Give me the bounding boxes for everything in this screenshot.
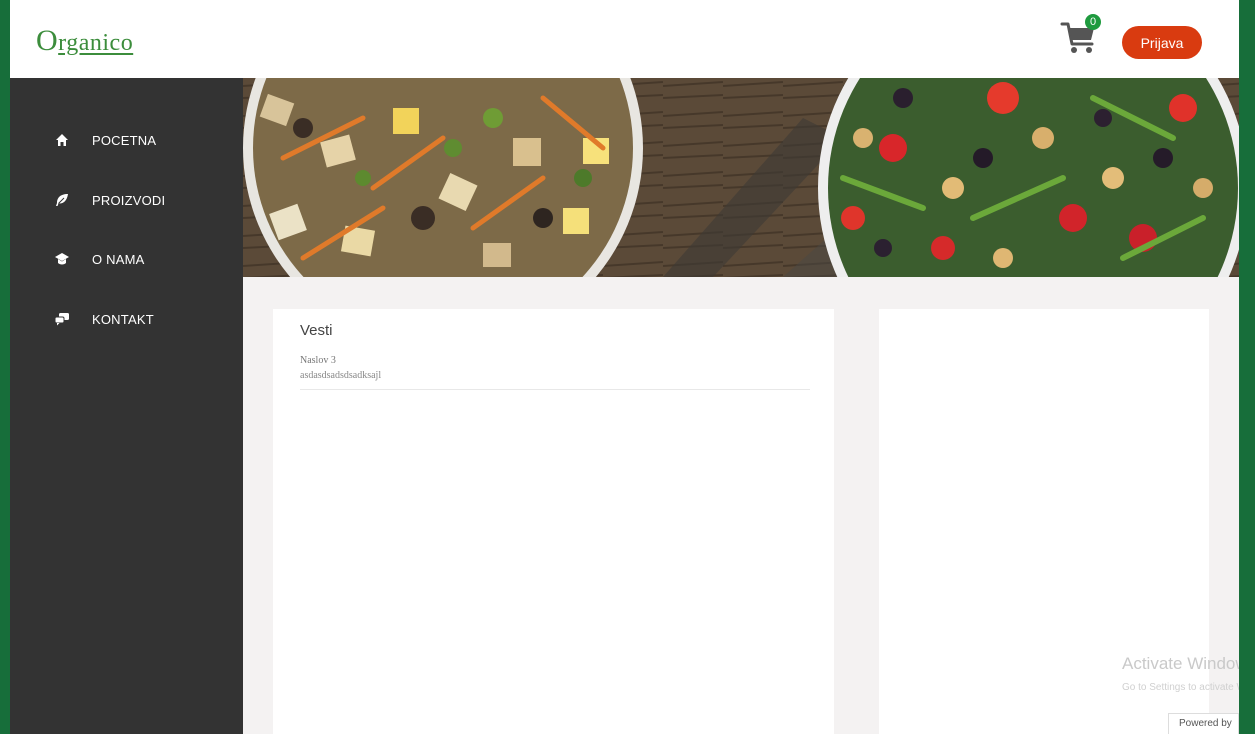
sidebar-item-proizvodi[interactable]: PROIZVODI bbox=[10, 180, 243, 220]
divider bbox=[300, 389, 810, 390]
home-icon bbox=[54, 132, 70, 148]
activate-windows-subtext: Go to Settings to activate Windows. bbox=[1122, 682, 1239, 693]
powered-by-badge[interactable]: Powered by bbox=[1168, 713, 1239, 734]
login-button[interactable]: Prijava bbox=[1122, 26, 1202, 59]
sidebar-item-label: PROIZVODI bbox=[92, 192, 166, 208]
sidebar-item-label: KONTAKT bbox=[92, 311, 154, 327]
logo-text: rganico bbox=[58, 30, 134, 56]
hero-banner-image bbox=[243, 78, 1239, 277]
left-border bbox=[0, 0, 10, 734]
right-border bbox=[1239, 0, 1255, 734]
sidebar-item-kontakt[interactable]: KONTAKT bbox=[10, 299, 243, 339]
cart-count-badge: 0 bbox=[1085, 14, 1101, 30]
sidebar-item-pocetna[interactable]: POCETNA bbox=[10, 120, 243, 160]
graduation-cap-icon bbox=[54, 251, 70, 267]
sidebar-item-o-nama[interactable]: O NAMA bbox=[10, 239, 243, 279]
news-item-title[interactable]: Naslov 3 bbox=[300, 355, 336, 366]
activate-windows-watermark: Activate Windows bbox=[1122, 654, 1239, 673]
sidebar-item-label: POCETNA bbox=[92, 132, 157, 148]
sidebar-item-label: O NAMA bbox=[92, 251, 145, 267]
news-heading: Vesti bbox=[300, 322, 333, 339]
logo-initial: O bbox=[36, 24, 59, 57]
news-item-text: asdasdsadsdsadksajl bbox=[300, 370, 382, 381]
chat-icon bbox=[54, 311, 70, 327]
sidebar: POCETNA PROIZVODI O NAMA KONTAKT bbox=[10, 78, 243, 734]
header bbox=[10, 0, 1239, 78]
leaf-icon bbox=[54, 192, 70, 208]
logo[interactable]: Organico bbox=[36, 24, 133, 58]
